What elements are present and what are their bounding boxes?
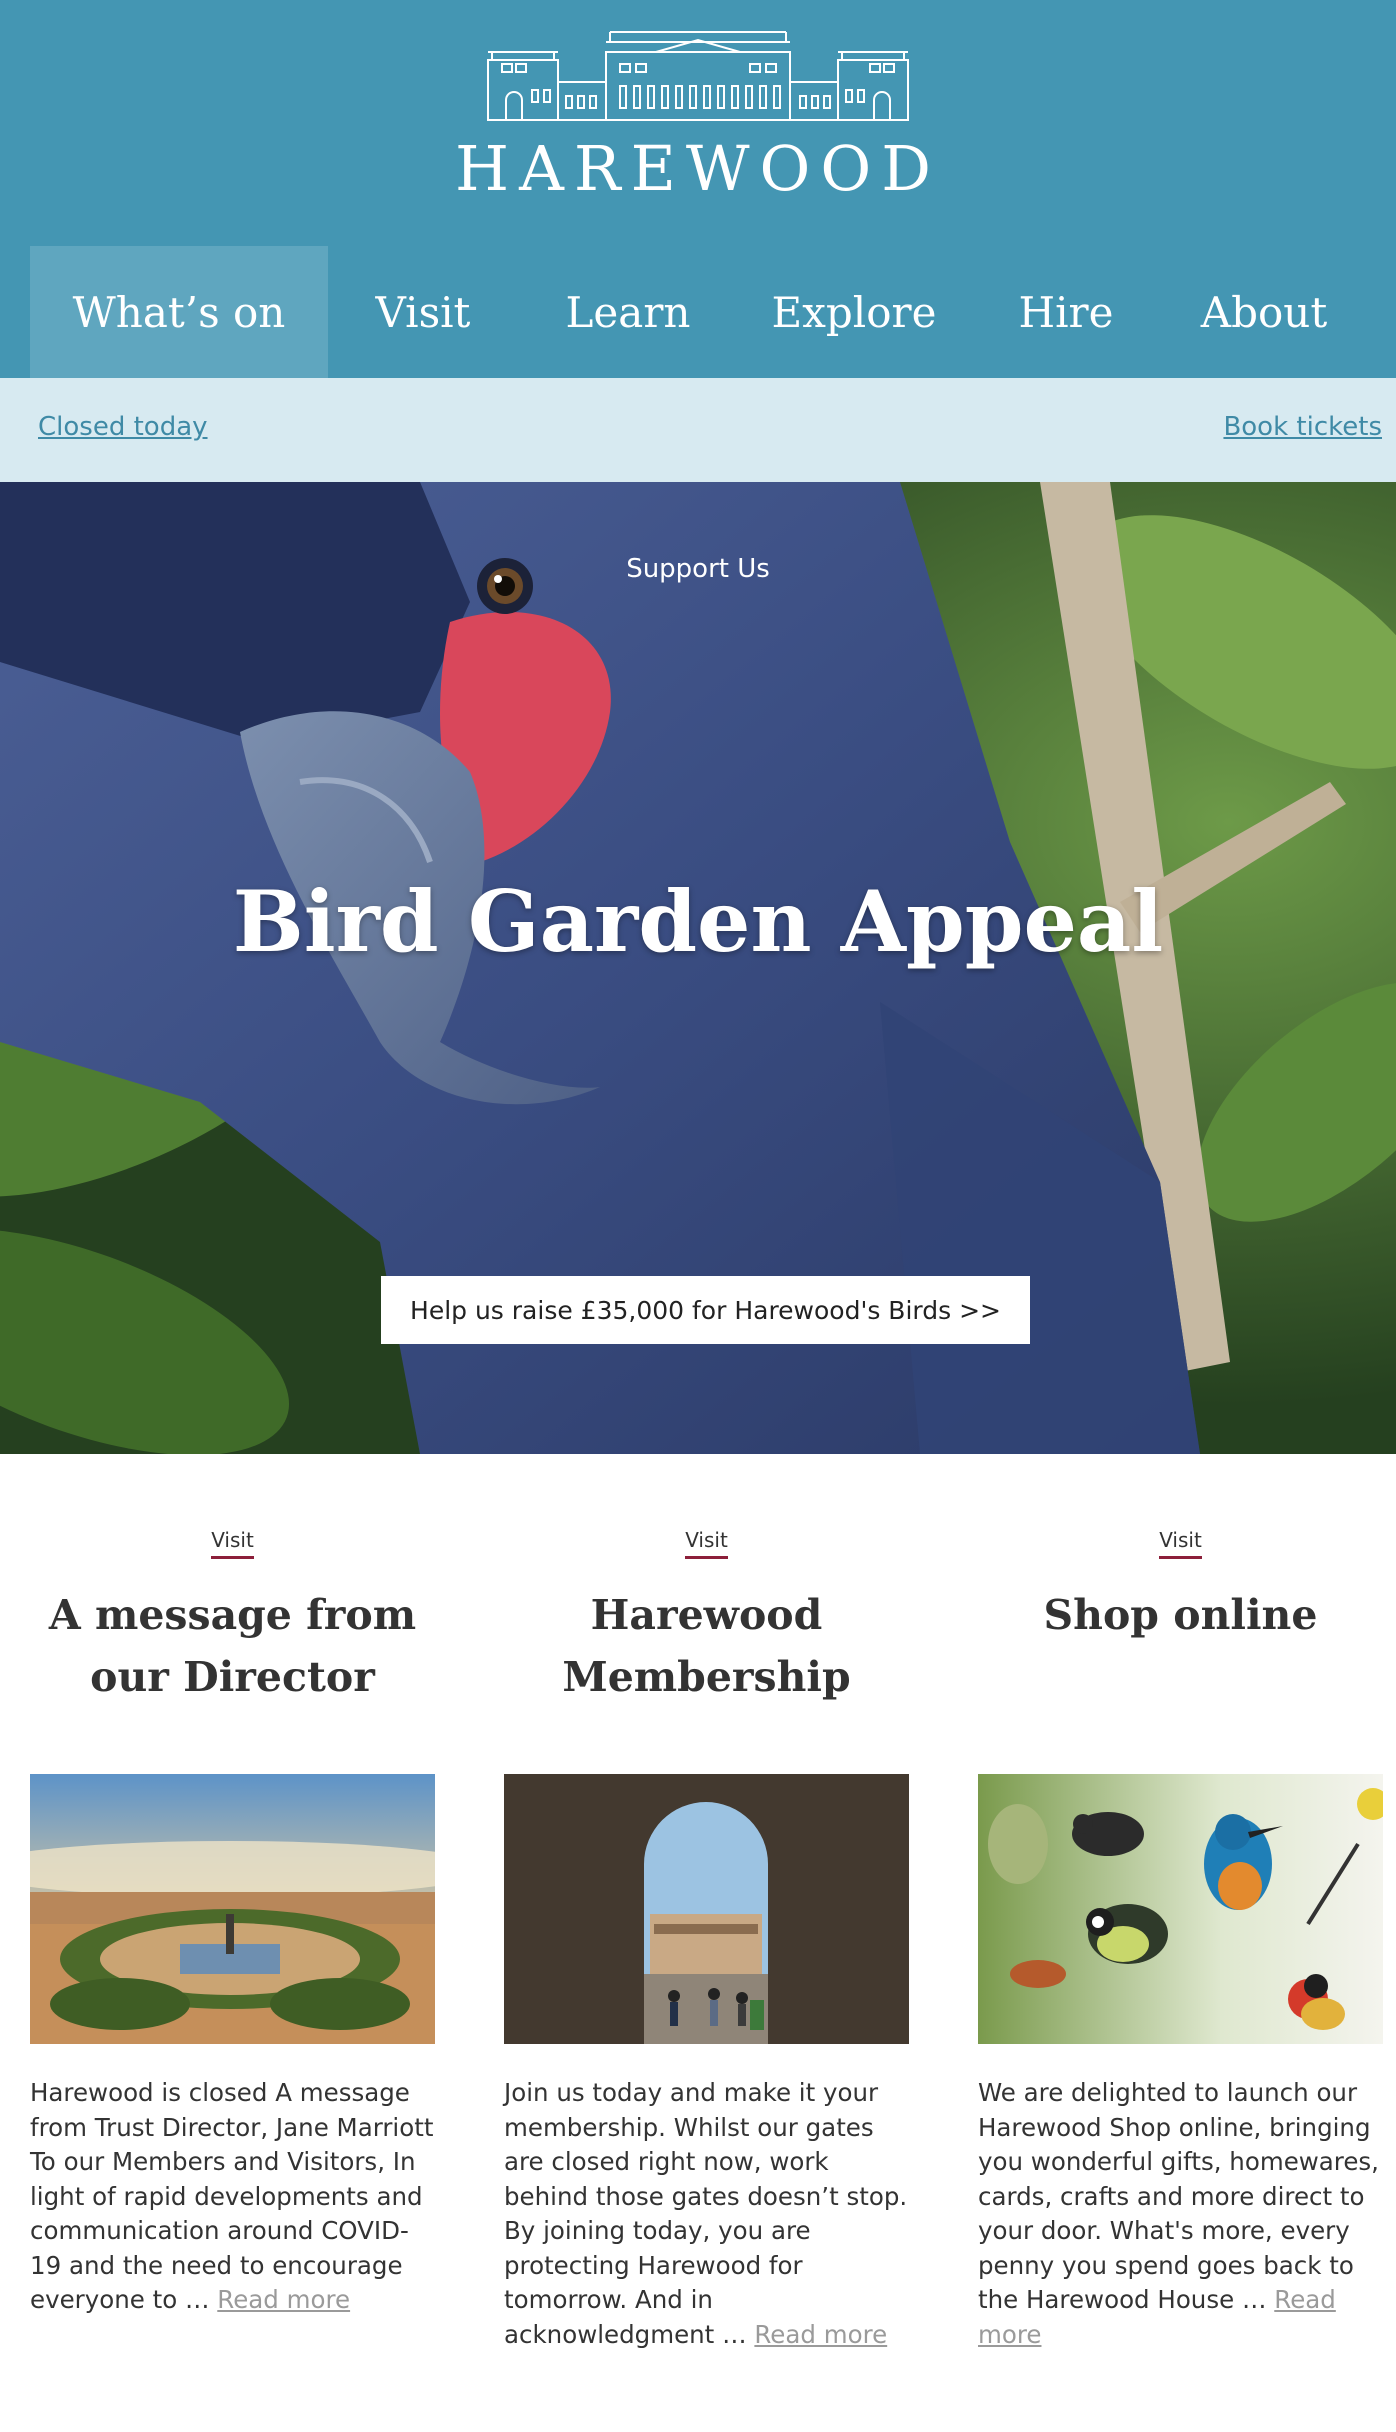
card-image[interactable] bbox=[978, 1774, 1383, 2044]
book-tickets-link[interactable]: Book tickets bbox=[1223, 412, 1382, 442]
card-excerpt: Harewood is closed A message from Trust … bbox=[30, 2078, 434, 2314]
card-tag[interactable]: Visit bbox=[1159, 1528, 1202, 1559]
nav-item-learn[interactable]: Learn bbox=[518, 246, 738, 378]
read-more-link[interactable]: Read more bbox=[217, 2285, 350, 2314]
nav-item-hire[interactable]: Hire bbox=[970, 246, 1162, 378]
card-title[interactable]: Harewood Membership bbox=[504, 1584, 909, 1708]
notice-bar: Closed today Book tickets bbox=[0, 378, 1396, 482]
card-image[interactable] bbox=[30, 1774, 435, 2044]
hero-title: Bird Garden Appeal bbox=[232, 872, 1164, 971]
card-title[interactable]: A message from our Director bbox=[30, 1584, 435, 1708]
garden-parterre-photo bbox=[30, 1774, 435, 2044]
nav-item-visit[interactable]: Visit bbox=[328, 246, 518, 378]
nav-item-whats-on[interactable]: What’s on bbox=[30, 246, 328, 378]
logo-wordmark: HAREWOOD bbox=[455, 132, 941, 205]
closed-today-link[interactable]: Closed today bbox=[38, 412, 208, 442]
card-title[interactable]: Shop online bbox=[978, 1584, 1383, 1646]
hero-banner: Support Us Bird Garden Appeal Help us ra… bbox=[0, 482, 1396, 1454]
hero-kicker: Support Us bbox=[626, 554, 770, 584]
card-excerpt: We are delighted to launch our Harewood … bbox=[978, 2078, 1379, 2349]
site-header: HAREWOOD What’s on Visit Learn Explore H… bbox=[0, 0, 1396, 378]
card-tag[interactable]: Visit bbox=[211, 1528, 254, 1559]
read-more-link[interactable]: Read more bbox=[754, 2320, 887, 2349]
main-navigation: What’s on Visit Learn Explore Hire About bbox=[30, 246, 1366, 378]
nav-item-explore[interactable]: Explore bbox=[738, 246, 970, 378]
nav-item-about[interactable]: About bbox=[1162, 246, 1366, 378]
harewood-house-icon bbox=[487, 31, 909, 121]
birds-illustration-photo bbox=[978, 1774, 1383, 2044]
hero-donate-button[interactable]: Help us raise £35,000 for Harewood's Bir… bbox=[381, 1276, 1030, 1344]
card-tag[interactable]: Visit bbox=[685, 1528, 728, 1559]
card-image[interactable] bbox=[504, 1774, 909, 2044]
site-logo[interactable]: HAREWOOD bbox=[0, 30, 1396, 200]
card-excerpt: Join us today and make it your membershi… bbox=[504, 2078, 908, 2349]
archway-courtyard-photo bbox=[504, 1774, 909, 2044]
